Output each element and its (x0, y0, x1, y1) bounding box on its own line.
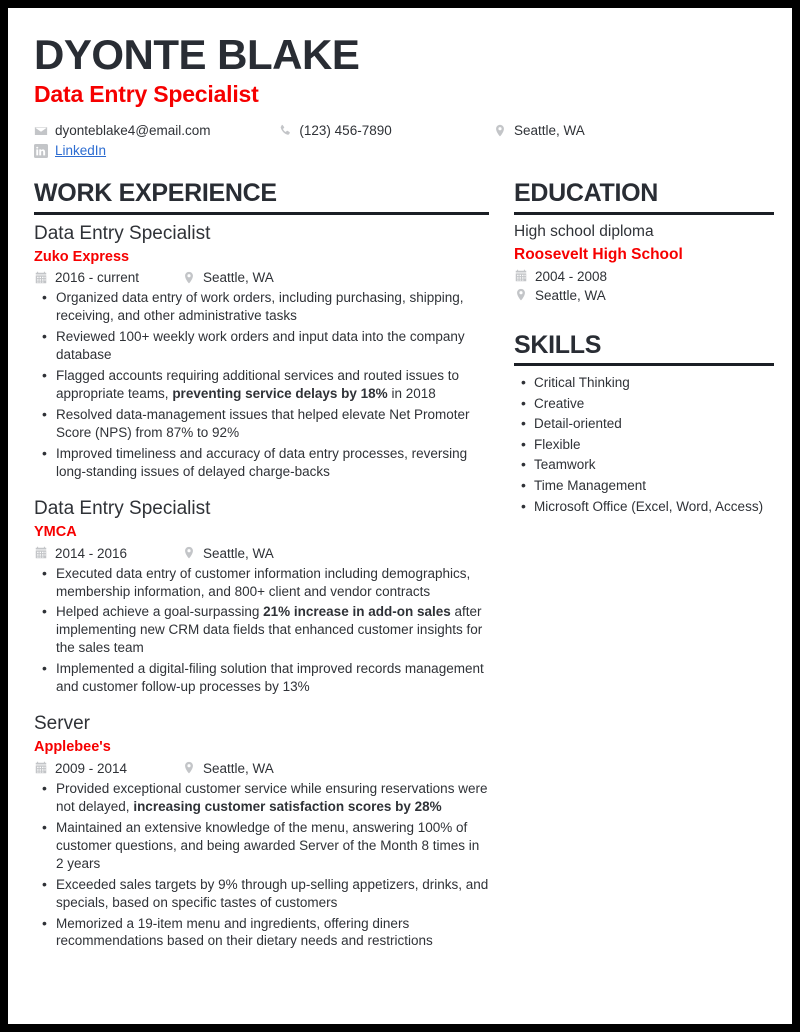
skill-item: Teamwork (514, 455, 774, 476)
job-bullet: Memorized a 19-item menu and ingredients… (34, 914, 489, 951)
map-pin-icon (493, 124, 507, 138)
job-dates: 2014 - 2016 (34, 546, 182, 561)
contact-location: Seattle, WA (493, 123, 674, 138)
job-bullet: Resolved data-management issues that hel… (34, 405, 489, 442)
job-bullet-list: Provided exceptional customer service wh… (34, 779, 489, 951)
section-education: EDUCATION High school diploma Roosevelt … (514, 180, 774, 303)
job-bullet: Flagged accounts requiring additional se… (34, 366, 489, 403)
work-experience-entry: Data Entry Specialist YMCA 2014 - 2016 Seat… (34, 497, 489, 696)
calendar-icon (34, 761, 48, 775)
job-bullet: Maintained an extensive knowledge of the… (34, 818, 489, 873)
work-experience-entry: Server Applebee's 2009 - 2014 Seattle, WA Pr… (34, 712, 489, 950)
job-bullet-highlight: increasing customer satisfaction scores … (133, 798, 442, 814)
section-heading-work-experience: WORK EXPERIENCE (34, 179, 277, 208)
calendar-icon (514, 269, 528, 283)
job-bullet-highlight: 21% increase in add-on sales (263, 604, 451, 620)
contact-email-text: dyonteblake4@email.com (55, 123, 211, 139)
job-role: Server (34, 713, 90, 735)
skill-item: Time Management (514, 475, 774, 497)
contact-phone[interactable]: (123) 456-7890 (278, 123, 493, 138)
envelope-icon (34, 124, 48, 138)
job-meta: 2014 - 2016 Seattle, WA (34, 546, 489, 561)
job-role: Data Entry Specialist (34, 222, 211, 244)
job-bullet: Implemented a digital-filing solution th… (34, 659, 489, 696)
job-bullet-highlight: preventing service delays by 18% (172, 386, 388, 402)
contact-linkedin-link[interactable]: LinkedIn (55, 143, 106, 158)
job-dates: 2009 - 2014 (34, 761, 182, 776)
contact-row-primary: dyonteblake4@email.com (123) 456-7890 Se… (34, 123, 674, 138)
left-column: WORK EXPERIENCE Data Entry Specialist Zuk… (34, 180, 489, 953)
job-bullet: Helped achieve a goal-surpassing 21% inc… (34, 602, 489, 657)
job-dates: 2016 - current (34, 270, 182, 285)
section-skills: SKILLS Critical ThinkingCreativeDetail-o… (514, 330, 774, 518)
education-degree: High school diploma (514, 222, 654, 240)
contact-location-text: Seattle, WA (513, 123, 585, 139)
job-bullet: Exceeded sales targets by 9% through up-… (34, 875, 489, 912)
job-location-text: Seattle, WA (203, 760, 274, 776)
resume-page: DYONTE BLAKE Data Entry Specialist dyont… (8, 8, 792, 1024)
skills-list: Critical ThinkingCreativeDetail-oriented… (514, 372, 774, 518)
job-role: Data Entry Specialist (34, 497, 211, 519)
right-column: EDUCATION High school diploma Roosevelt … (514, 180, 774, 953)
education-dates: 2004 - 2008 (514, 269, 774, 284)
page-title: DYONTE BLAKE (34, 31, 360, 78)
calendar-icon (34, 546, 48, 560)
job-meta: 2016 - current Seattle, WA (34, 270, 489, 285)
skill-item: Creative (514, 393, 774, 415)
contact-row-secondary: LinkedIn (34, 143, 674, 158)
section-divider (34, 211, 489, 215)
job-company: Applebee's (34, 739, 111, 755)
skill-item: Critical Thinking (514, 372, 774, 394)
job-bullet: Provided exceptional customer service wh… (34, 779, 489, 816)
column-spacer (489, 180, 514, 953)
skill-item: Microsoft Office (Excel, Word, Access) (514, 496, 774, 518)
section-divider (514, 363, 774, 367)
section-divider (514, 211, 774, 215)
section-heading-skills: SKILLS (514, 330, 602, 359)
job-dates-text: 2016 - current (55, 270, 140, 286)
job-location-text: Seattle, WA (203, 270, 274, 286)
education-school: Roosevelt High School (514, 245, 683, 263)
job-bullet: Reviewed 100+ weekly work orders and inp… (34, 327, 489, 364)
job-location-text: Seattle, WA (203, 545, 274, 561)
job-dates-text: 2014 - 2016 (55, 545, 128, 561)
linkedin-icon (34, 143, 48, 158)
map-pin-icon (182, 546, 196, 560)
contact-linkedin[interactable]: LinkedIn (34, 143, 304, 158)
job-location: Seattle, WA (182, 546, 274, 561)
contact-email[interactable]: dyonteblake4@email.com (34, 123, 278, 138)
education-location-text: Seattle, WA (535, 287, 606, 303)
job-meta: 2009 - 2014 Seattle, WA (34, 761, 489, 776)
job-bullet: Executed data entry of customer informat… (34, 564, 489, 601)
job-bullet: Organized data entry of work orders, inc… (34, 288, 489, 325)
map-pin-icon (182, 271, 196, 285)
job-company: YMCA (34, 523, 77, 540)
headline-job-title: Data Entry Specialist (34, 81, 259, 108)
job-bullet-list: Organized data entry of work orders, inc… (34, 288, 489, 481)
resume-body: WORK EXPERIENCE Data Entry Specialist Zuk… (34, 180, 774, 953)
work-experience-entries: Data Entry Specialist Zuko Express 2016 - … (34, 222, 489, 951)
map-pin-icon (182, 761, 196, 775)
skill-item: Flexible (514, 434, 774, 456)
calendar-icon (34, 271, 48, 285)
education-location: Seattle, WA (514, 288, 774, 303)
resume-header: DYONTE BLAKE Data Entry Specialist dyont… (32, 32, 768, 158)
section-work-experience: WORK EXPERIENCE Data Entry Specialist Zuk… (34, 180, 489, 950)
job-bullet: Improved timeliness and accuracy of data… (34, 444, 489, 481)
phone-icon (278, 124, 292, 138)
job-bullet-list: Executed data entry of customer informat… (34, 564, 489, 697)
job-location: Seattle, WA (182, 270, 274, 285)
work-experience-entry: Data Entry Specialist Zuko Express 2016 - … (34, 222, 489, 481)
section-heading-education: EDUCATION (514, 179, 659, 208)
job-company: Zuko Express (34, 248, 130, 265)
contact-info: dyonteblake4@email.com (123) 456-7890 Se… (34, 123, 674, 158)
contact-phone-text: (123) 456-7890 (299, 123, 392, 139)
skill-item: Detail-oriented (514, 413, 774, 435)
map-pin-icon (514, 288, 528, 302)
education-dates-text: 2004 - 2008 (535, 268, 608, 284)
job-location: Seattle, WA (182, 761, 274, 776)
job-dates-text: 2009 - 2014 (55, 760, 128, 776)
